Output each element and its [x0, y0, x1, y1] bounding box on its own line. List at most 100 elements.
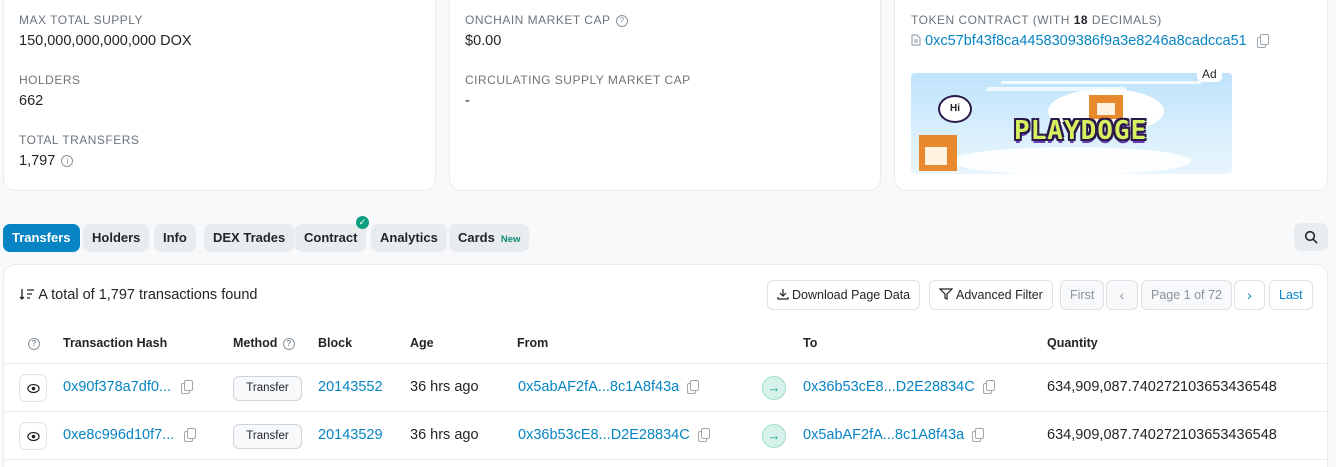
transactions-summary: A total of 1,797 transactions found [38, 287, 258, 303]
copy-icon[interactable] [181, 380, 194, 394]
copy-icon[interactable] [184, 428, 197, 442]
page-indicator: Page 1 of 72 [1141, 280, 1232, 310]
col-age[interactable]: Age [410, 336, 434, 350]
max-supply-label: MAX TOTAL SUPPLY [19, 13, 144, 27]
contract-label-suffix: DECIMALS) [1088, 13, 1162, 27]
holders-value: 662 [19, 93, 44, 109]
eye-icon [27, 383, 40, 394]
tab-dex-trades[interactable]: DEX Trades [204, 224, 295, 252]
download-button[interactable]: Download Page Data [767, 280, 921, 310]
col-method: Method [233, 336, 278, 350]
new-badge: New [500, 234, 521, 245]
chevron-right-icon: › [1247, 287, 1252, 303]
ad-title: PLAYDOGE [1014, 116, 1148, 146]
summary-row: A total of 1,797 transactions found [19, 287, 258, 303]
advanced-filter-button[interactable]: Advanced Filter [929, 280, 1053, 310]
to-cell: 0x36b53cE8...D2E28834C [803, 379, 995, 395]
contract-label: TOKEN CONTRACT (WITH 18 DECIMALS) [911, 13, 1162, 27]
copy-icon[interactable] [982, 380, 995, 394]
question-icon[interactable]: ? [282, 338, 295, 350]
col-hash: Transaction Hash [63, 336, 168, 350]
market-card [449, 0, 881, 191]
tx-hash-link[interactable]: 0xe8c996d10f7... [63, 427, 174, 443]
chevron-left-icon: ‹ [1119, 287, 1125, 303]
holders-label: HOLDERS [19, 73, 81, 87]
download-icon [777, 289, 789, 300]
sort-icon [19, 289, 34, 300]
filter-label: Advanced Filter [956, 288, 1043, 302]
contract-label-prefix: TOKEN CONTRACT (WITH [911, 13, 1074, 27]
help-icon-header[interactable]: ? [26, 336, 40, 350]
arrow-right-icon: → [762, 376, 786, 400]
verified-check-icon: ✓ [356, 216, 369, 229]
to-address-link[interactable]: 0x36b53cE8...D2E28834C [803, 379, 975, 395]
question-icon: ? [28, 338, 40, 350]
ad-badge: Ad [1197, 66, 1222, 82]
to-address-link[interactable]: 0x5abAF2fA...8c1A8f43a [803, 427, 964, 443]
first-page-button[interactable]: First [1060, 280, 1105, 310]
tab-info[interactable]: Info [154, 224, 196, 252]
transfers-label: TOTAL TRANSFERS [19, 133, 140, 147]
copy-icon[interactable] [697, 428, 710, 442]
col-to: To [803, 336, 818, 350]
copy-icon[interactable] [972, 428, 985, 442]
col-quantity: Quantity [1047, 336, 1098, 350]
download-label: Download Page Data [792, 288, 911, 302]
tab-analytics[interactable]: Analytics [371, 224, 447, 252]
block-link[interactable]: 20143529 [318, 427, 383, 443]
tab-contract[interactable]: Contract [295, 224, 367, 252]
ad-speech-bubble: Hi [938, 95, 972, 123]
quantity-value: 634,909,087.740272103653436548 [1047, 427, 1277, 443]
prev-page-button[interactable]: ‹ [1106, 280, 1138, 310]
col-method-row: Method ? [233, 336, 295, 350]
to-cell: 0x5abAF2fA...8c1A8f43a [803, 427, 985, 443]
question-icon[interactable]: ? [616, 15, 629, 27]
onchain-cap-value: $0.00 [465, 33, 502, 49]
from-cell: 0x5abAF2fA...8c1A8f43a [518, 379, 700, 395]
max-supply-value: 150,000,000,000,000 DOX [19, 33, 192, 49]
tab-holders[interactable]: Holders [83, 224, 150, 252]
col-from: From [517, 336, 549, 350]
age-value: 36 hrs ago [410, 379, 479, 395]
tab-transfers[interactable]: Transfers [3, 224, 80, 252]
from-address-link[interactable]: 0x5abAF2fA...8c1A8f43a [518, 379, 679, 395]
tx-hash-link[interactable]: 0x90f378a7df0... [63, 379, 171, 395]
document-icon [911, 34, 921, 46]
method-badge: Transfer [233, 376, 302, 401]
contract-address-link[interactable]: 0xc57bf43f8ca4458309386f9a3e8246a8cadcca… [925, 33, 1247, 49]
filter-icon [938, 288, 954, 300]
onchain-cap-label: ONCHAIN MARKET CAP [465, 13, 611, 27]
circ-cap-label: CIRCULATING SUPPLY MARKET CAP [465, 73, 691, 87]
onchain-cap-label-row: ONCHAIN MARKET CAP ? [465, 13, 629, 27]
header-divider [3, 363, 1327, 364]
from-address-link[interactable]: 0x36b53cE8...D2E28834C [518, 427, 690, 443]
ad-banner[interactable]: Hi PLAYDOGE [911, 73, 1232, 174]
col-block: Block [318, 336, 353, 350]
age-value: 36 hrs ago [410, 427, 479, 443]
row-divider [3, 411, 1327, 412]
tx-hash-cell: 0x90f378a7df0... [63, 379, 194, 395]
copy-icon[interactable] [687, 380, 700, 394]
transfers-value-row: 1,797 i [19, 153, 74, 169]
tab-cards-label: Cards [458, 230, 495, 245]
quantity-value: 634,909,087.740272103653436548 [1047, 379, 1277, 395]
circ-cap-value: - [465, 93, 470, 109]
block-link[interactable]: 20143552 [318, 379, 383, 395]
contract-address-row: 0xc57bf43f8ca4458309386f9a3e8246a8cadcca… [911, 33, 1269, 49]
tab-cards[interactable]: Cards New [449, 224, 530, 252]
view-details-button[interactable] [19, 374, 47, 402]
method-badge: Transfer [233, 424, 302, 449]
from-cell: 0x36b53cE8...D2E28834C [518, 427, 710, 443]
view-details-button[interactable] [19, 422, 47, 450]
info-icon[interactable]: i [61, 155, 74, 167]
search-icon [1304, 230, 1318, 244]
copy-icon[interactable] [1256, 34, 1269, 48]
transfers-value: 1,797 [19, 153, 56, 169]
last-page-button[interactable]: Last [1269, 280, 1313, 310]
tx-hash-cell: 0xe8c996d10f7... [63, 427, 197, 443]
arrow-right-icon: → [762, 424, 786, 448]
decimals-value: 18 [1073, 13, 1089, 27]
search-button[interactable] [1294, 223, 1328, 251]
next-page-button[interactable]: › [1234, 280, 1265, 310]
eye-icon [27, 431, 40, 442]
